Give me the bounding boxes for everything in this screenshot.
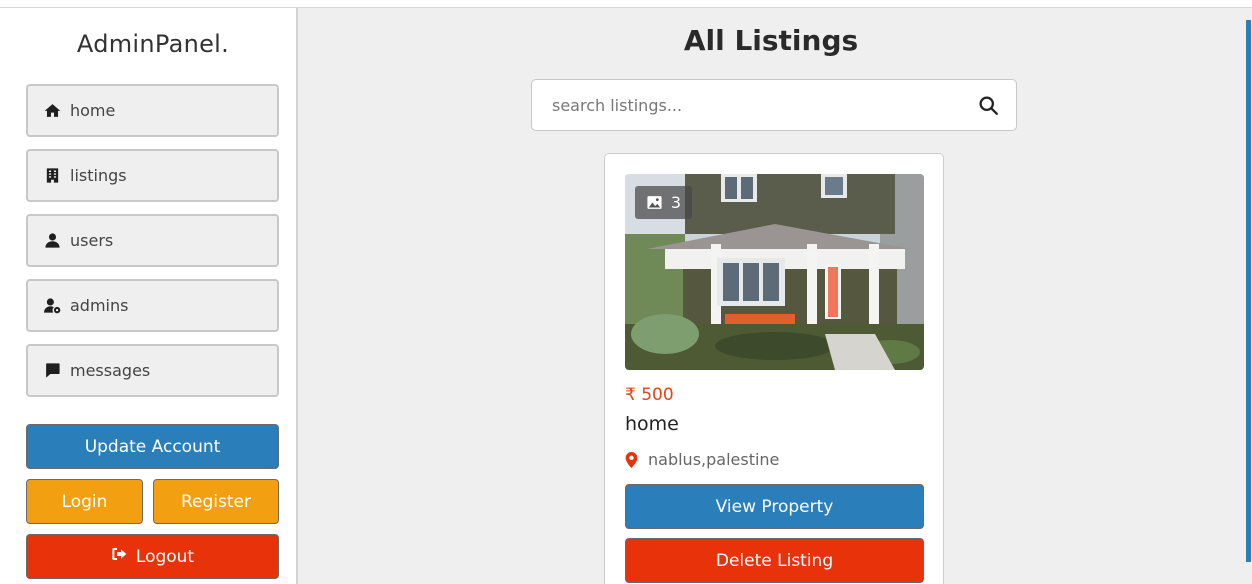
sidebar-item-messages[interactable]: messages [26, 344, 279, 397]
image-icon [647, 196, 662, 209]
logout-label: Logout [135, 546, 195, 567]
currency-symbol: ₹ [625, 385, 636, 405]
listing-photo[interactable]: 3 [625, 174, 924, 370]
sidebar-item-home[interactable]: home [26, 84, 279, 137]
scrollbar[interactable] [1246, 20, 1251, 562]
sidebar-item-label: admins [70, 296, 129, 315]
sidebar: AdminPanel. home listings users admins m… [0, 8, 298, 584]
map-marker-icon [625, 451, 638, 468]
location-text: nablus,palestine [648, 450, 780, 469]
page-title: All Listings [683, 24, 859, 57]
sidebar-item-admins[interactable]: admins [26, 279, 279, 332]
image-count-badge: 3 [635, 186, 692, 219]
logout-button[interactable]: Logout [26, 534, 279, 579]
sidebar-item-listings[interactable]: listings [26, 149, 279, 202]
search-bar [531, 79, 1017, 131]
sidebar-item-label: home [70, 101, 116, 120]
listing-title: home [625, 413, 679, 435]
sidebar-item-label: listings [70, 166, 127, 185]
delete-listing-button[interactable]: Delete Listing [625, 538, 924, 583]
user-icon [43, 232, 61, 250]
price-value: 500 [641, 385, 674, 405]
register-button[interactable]: Register [153, 479, 279, 524]
search-icon[interactable] [960, 95, 1016, 116]
update-account-button[interactable]: Update Account [26, 424, 279, 469]
user-gear-icon [43, 297, 61, 315]
message-icon [43, 362, 61, 380]
listing-price: ₹ 500 [625, 385, 674, 405]
login-button[interactable]: Login [26, 479, 143, 524]
listing-card: 3 ₹ 500 home nablus,palestine View Prope… [604, 153, 944, 584]
sidebar-item-users[interactable]: users [26, 214, 279, 267]
view-property-button[interactable]: View Property [625, 484, 924, 529]
sidebar-item-label: messages [70, 361, 151, 380]
building-icon [43, 167, 61, 185]
sidebar-item-label: users [70, 231, 114, 250]
app-logo: AdminPanel. [76, 30, 230, 58]
search-input[interactable] [532, 80, 960, 130]
listing-location: nablus,palestine [625, 450, 779, 469]
home-icon [43, 102, 61, 120]
logout-icon [111, 546, 136, 567]
top-border [0, 0, 1252, 8]
image-count: 3 [670, 193, 682, 212]
